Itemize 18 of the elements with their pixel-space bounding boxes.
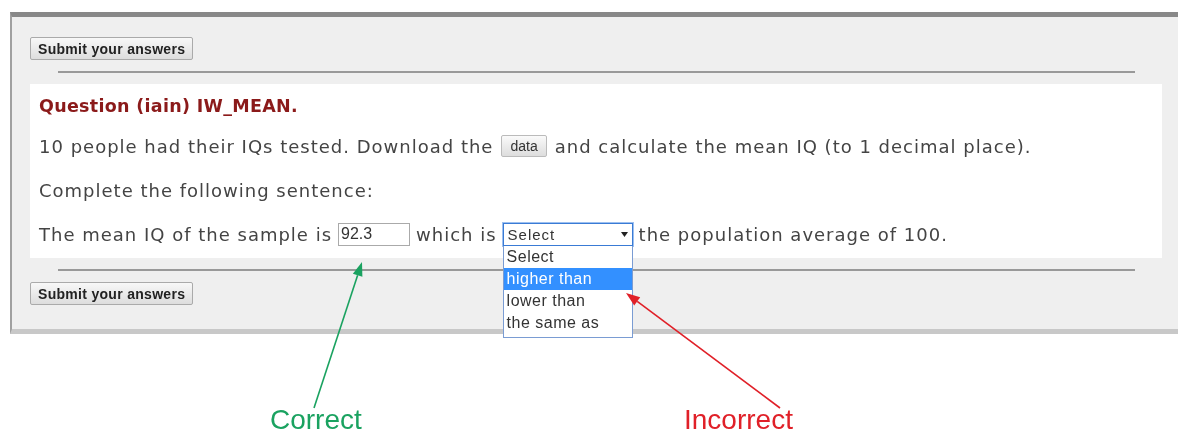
submit-button[interactable]: Submit your answers (30, 37, 194, 60)
sentence-text: The mean IQ of the sample is (39, 223, 333, 245)
dropdown-option[interactable]: Select (503, 245, 632, 268)
annotation-label: Correct (270, 404, 362, 430)
sentence-text: the population average of 100. (638, 223, 948, 245)
question-text: and calculate the mean IQ (to 1 decimal place). (554, 135, 1032, 157)
dropdown-option[interactable]: the same as (503, 311, 632, 334)
submit-button[interactable]: Submit your answers (30, 282, 194, 305)
question-title: Question (iain) IW_MEAN. (39, 96, 299, 116)
dropdown-select[interactable]: Select (502, 222, 633, 246)
data-button[interactable]: data (501, 135, 547, 157)
instruction-text: Complete the following sentence: (39, 179, 374, 201)
sentence-text: which is (416, 223, 497, 245)
answer-field[interactable]: 92.3 (338, 222, 411, 246)
dropdown-option[interactable]: lower than (503, 289, 632, 312)
annotation-label: Incorrect (684, 404, 793, 430)
caret-icon (620, 231, 628, 237)
question-text: 10 people had their IQs tested. Download the (39, 135, 494, 157)
